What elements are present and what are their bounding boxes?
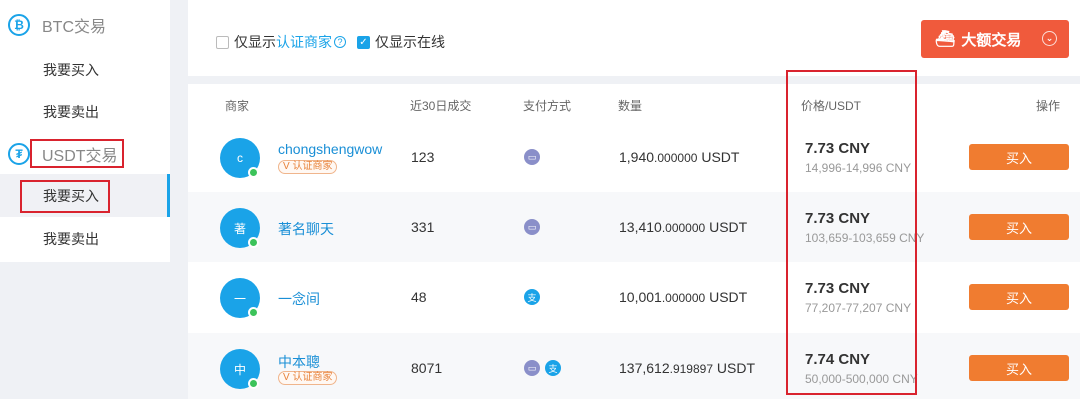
sidebar-item-usdt-sell[interactable]: 我要卖出: [0, 217, 170, 260]
trades-count: 48: [411, 289, 427, 305]
certified-filter[interactable]: 仅显示 认证商家?: [216, 32, 346, 52]
online-status-dot: [248, 378, 259, 389]
quantity-integer: 137,612: [619, 360, 670, 376]
online-checkbox[interactable]: ✓: [357, 35, 370, 49]
merchant-name-link[interactable]: 著名聊天: [278, 219, 334, 239]
quantity-value: 137,612.919897 USDT: [619, 360, 755, 376]
online-filter[interactable]: ✓ 仅显示在线: [357, 32, 445, 52]
table-row: c chongshengwow V 认证商家 123 ▭ 1,940.000000 USD…: [188, 122, 1080, 192]
quantity-value: 13,410.000000 USDT: [619, 219, 747, 235]
certified-badge: V 认证商家: [278, 160, 338, 174]
sidebar-item-btc-buy[interactable]: 我要买入: [0, 50, 170, 90]
certified-badge-label: 认证商家: [292, 161, 333, 172]
big-trade-label: 大额交易: [961, 31, 1022, 49]
quantity-unit: USDT: [709, 289, 748, 305]
sidebar-section-btc[interactable]: ₿ BTC交易: [0, 0, 170, 50]
table-header: 商家 近30日成交 支付方式 数量 价格/USDT 操作: [188, 84, 1080, 122]
sidebar-item-btc-sell[interactable]: 我要卖出: [0, 90, 170, 134]
trades-count: 123: [411, 149, 435, 165]
online-filter-label: 仅显示在线: [375, 34, 445, 50]
quantity-decimal: .919897: [669, 362, 713, 376]
table-row: 著著名聊天 331 ▭ 13,410.000000 USDT 7.73 CNY 103,6…: [188, 192, 1080, 262]
certified-badge-label: 认证商家: [292, 372, 333, 383]
highlight-box-price-column: [786, 70, 917, 395]
merchant-table: 商家 近30日成交 支付方式 数量 价格/USDT 操作 c chongsheng…: [188, 84, 1080, 399]
trades-count: 331: [411, 219, 435, 235]
quantity-unit: USDT: [709, 219, 748, 235]
alipay-icon: 支: [545, 360, 561, 376]
bank-card-icon: ▭: [524, 149, 540, 165]
bitcoin-icon: ₿: [8, 14, 30, 36]
sidebar: ₿ BTC交易 我要买入 我要卖出 ₮ USDT交易 我要买入 我要卖出: [0, 0, 170, 262]
filter-bar: 仅显示 认证商家? ✓ 仅显示在线 ⛴ 大额交易 ⌄: [188, 0, 1080, 76]
certified-checkbox[interactable]: [216, 35, 229, 49]
online-status-dot: [248, 167, 259, 178]
header-trades: 近30日成交: [410, 99, 472, 113]
header-action: 操作: [1036, 99, 1061, 113]
quantity-value: 1,940.000000 USDT: [619, 149, 739, 165]
header-payment: 支付方式: [523, 99, 572, 113]
quantity-value: 10,001.000000 USDT: [619, 289, 747, 305]
certified-filter-prefix: 仅显示: [234, 34, 276, 50]
buy-button[interactable]: 买入: [969, 214, 1069, 240]
quantity-unit: USDT: [701, 149, 740, 165]
quantity-decimal: .000000: [654, 151, 698, 165]
ship-icon: ⛴: [935, 31, 956, 48]
online-status-dot: [248, 237, 259, 248]
trades-count: 8071: [411, 360, 443, 376]
table-row: 一一念间 48 支 10,001.000000 USDT 7.73 CNY 77,207-…: [188, 262, 1080, 332]
quantity-integer: 10,001: [619, 289, 662, 305]
bank-card-icon: ▭: [524, 360, 540, 376]
table-row: 中中本聰 V 认证商家 8071 ▭ 支 137,612.919897 USDT 7.74 …: [188, 333, 1080, 399]
buy-button[interactable]: 买入: [969, 355, 1069, 381]
header-merchant: 商家: [225, 99, 250, 113]
sidebar-title-btc: BTC交易: [42, 19, 107, 36]
buy-button[interactable]: 买入: [969, 144, 1069, 170]
quantity-decimal: .000000: [661, 291, 706, 305]
chevron-down-icon: ⌄: [1042, 31, 1057, 46]
bank-card-icon: ▭: [524, 219, 540, 235]
certified-badge: V 认证商家: [278, 371, 338, 385]
alipay-icon: 支: [524, 289, 540, 305]
merchant-name-link[interactable]: 中本聰: [278, 352, 320, 372]
merchant-name-link[interactable]: chongshengwow: [278, 141, 382, 157]
quantity-unit: USDT: [716, 360, 756, 376]
tether-icon: ₮: [8, 143, 30, 165]
highlight-box-usdt-title: [30, 139, 124, 168]
merchant-name-link[interactable]: 一念间: [278, 289, 320, 309]
help-icon[interactable]: ?: [334, 36, 346, 48]
certified-merchant-link[interactable]: 认证商家: [276, 32, 332, 52]
quantity-integer: 1,940: [619, 149, 655, 165]
quantity-decimal: .000000: [661, 221, 706, 235]
big-trade-button[interactable]: ⛴ 大额交易 ⌄: [921, 20, 1069, 58]
online-status-dot: [248, 307, 259, 318]
quantity-integer: 13,410: [619, 219, 662, 235]
buy-button[interactable]: 买入: [969, 284, 1069, 310]
highlight-box-usdt-buy: [20, 180, 110, 213]
header-quantity: 数量: [618, 99, 643, 113]
